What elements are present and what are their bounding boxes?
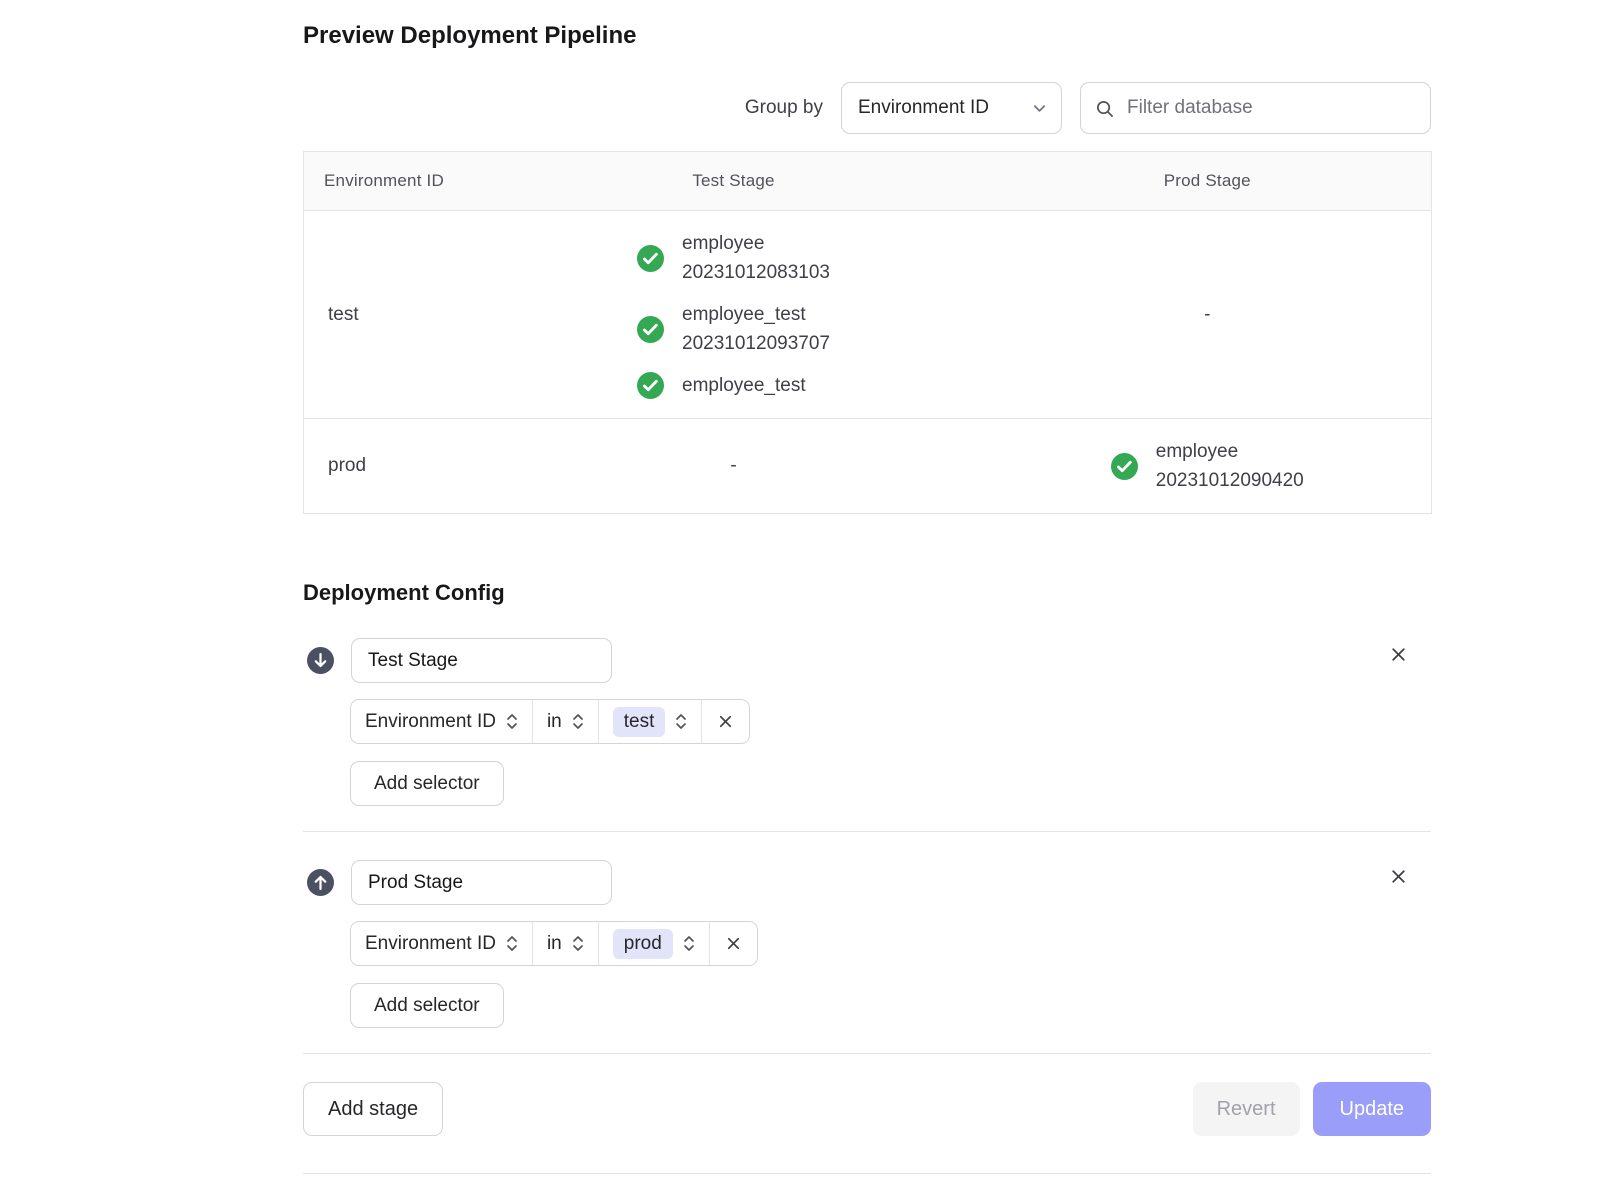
- close-icon: [1388, 866, 1409, 887]
- chevron-up-down-icon: [572, 935, 584, 952]
- empty-placeholder: -: [730, 455, 736, 476]
- group-by-select[interactable]: Environment ID: [841, 82, 1062, 134]
- empty-placeholder: -: [1204, 304, 1210, 325]
- arrow-down-circle-icon: [307, 647, 334, 674]
- arrow-up-circle-icon: [307, 869, 334, 896]
- column-header-prod-stage: Prod Stage: [984, 152, 1432, 211]
- selector-operator-select[interactable]: in: [532, 922, 598, 965]
- chevron-up-down-icon: [683, 935, 695, 952]
- test-stage-cell: -: [484, 419, 984, 514]
- prod-stage-cell: employee 20231012090420: [984, 419, 1432, 514]
- deployment-name: employee: [1156, 437, 1304, 466]
- deployment-text: employee_test: [682, 371, 806, 400]
- deployment-item: employee 20231012090420: [1111, 437, 1304, 495]
- column-header-test-stage: Test Stage: [484, 152, 984, 211]
- selector-operator-value: in: [547, 711, 562, 733]
- add-selector-button[interactable]: Add selector: [350, 761, 504, 806]
- selector-field-value: Environment ID: [365, 711, 496, 733]
- chevron-down-icon: [1032, 101, 1047, 116]
- deployment-list: employee 20231012090420: [1111, 437, 1304, 495]
- add-selector-button[interactable]: Add selector: [350, 983, 504, 1028]
- table-header-row: Environment ID Test Stage Prod Stage: [304, 152, 1432, 211]
- divider: [303, 1053, 1431, 1054]
- selector-value-badge: prod: [613, 929, 673, 959]
- search-icon: [1095, 99, 1114, 118]
- selector-value-select[interactable]: prod: [598, 922, 709, 965]
- selector-value-select[interactable]: test: [598, 700, 702, 743]
- deployment-text: employee_test 20231012093707: [682, 300, 830, 358]
- close-icon: [1388, 644, 1409, 665]
- check-circle-icon: [637, 245, 664, 272]
- stage-header: [303, 638, 1431, 683]
- close-icon: [716, 712, 735, 731]
- deployment-version: 20231012083103: [682, 258, 830, 287]
- stage-block-prod: Environment ID in prod: [303, 860, 1431, 1028]
- actions-bar: Add stage Revert Update: [303, 1082, 1431, 1136]
- group-by-label: Group by: [745, 97, 823, 119]
- deployment-name: employee_test: [682, 371, 806, 400]
- chevron-up-down-icon: [572, 713, 584, 730]
- add-stage-button[interactable]: Add stage: [303, 1082, 443, 1136]
- check-circle-icon: [637, 372, 664, 399]
- filter-database-box[interactable]: [1080, 82, 1431, 134]
- chevron-up-down-icon: [506, 713, 518, 730]
- selector-value-badge: test: [613, 707, 666, 737]
- remove-selector-button[interactable]: [709, 922, 757, 965]
- deployment-pipeline-page: Preview Deployment Pipeline Group by Env…: [303, 0, 1431, 1174]
- toolbar: Group by Environment ID: [303, 82, 1431, 134]
- selector-group: Environment ID in prod: [350, 921, 758, 966]
- page-title: Preview Deployment Pipeline: [303, 22, 1431, 50]
- environment-cell: test: [304, 211, 484, 419]
- remove-stage-button[interactable]: [1384, 640, 1413, 669]
- deployment-item: employee 20231012083103: [637, 229, 830, 287]
- test-stage-cell: employee 20231012083103 employee_test 20…: [484, 211, 984, 419]
- selector-operator-value: in: [547, 933, 562, 955]
- chevron-up-down-icon: [506, 935, 518, 952]
- deployment-list: employee 20231012083103 employee_test 20…: [637, 229, 830, 400]
- remove-stage-button[interactable]: [1384, 862, 1413, 891]
- check-circle-icon: [637, 316, 664, 343]
- deployment-name: employee: [682, 229, 830, 258]
- prod-stage-cell: -: [984, 211, 1432, 419]
- selector-field-value: Environment ID: [365, 933, 496, 955]
- stage-body: Environment ID in test: [350, 699, 1431, 806]
- chevron-up-down-icon: [675, 713, 687, 730]
- stage-body: Environment ID in prod: [350, 921, 1431, 1028]
- stage-name-input[interactable]: [351, 860, 612, 905]
- close-icon: [724, 934, 743, 953]
- column-header-environment-id: Environment ID: [304, 152, 484, 211]
- deployment-name: employee_test: [682, 300, 830, 329]
- pipeline-table: Environment ID Test Stage Prod Stage tes…: [303, 151, 1432, 514]
- selector-field-select[interactable]: Environment ID: [351, 922, 532, 965]
- deployment-version: 20231012090420: [1156, 466, 1304, 495]
- group-by-selected-value: Environment ID: [858, 97, 989, 119]
- deployment-item: employee_test: [637, 371, 806, 400]
- stage-block-test: Environment ID in test: [303, 638, 1431, 806]
- selector-operator-select[interactable]: in: [532, 700, 598, 743]
- bottom-divider: [303, 1173, 1431, 1174]
- check-circle-icon: [1111, 453, 1138, 480]
- environment-cell: prod: [304, 419, 484, 514]
- filter-database-input[interactable]: [1125, 96, 1416, 120]
- selector-group: Environment ID in test: [350, 699, 750, 744]
- deployment-version: 20231012093707: [682, 329, 830, 358]
- section-title: Deployment Config: [303, 580, 1431, 606]
- table-row: prod - employee 20231012090420: [304, 419, 1432, 514]
- stage-name-input[interactable]: [351, 638, 612, 683]
- deployment-item: employee_test 20231012093707: [637, 300, 830, 358]
- stage-header: [303, 860, 1431, 905]
- remove-selector-button[interactable]: [701, 700, 749, 743]
- divider: [303, 831, 1431, 832]
- revert-button[interactable]: Revert: [1193, 1082, 1300, 1136]
- table-row: test employee 20231012083103: [304, 211, 1432, 419]
- selector-field-select[interactable]: Environment ID: [351, 700, 532, 743]
- update-button[interactable]: Update: [1313, 1082, 1432, 1136]
- deployment-text: employee 20231012090420: [1156, 437, 1304, 495]
- deployment-text: employee 20231012083103: [682, 229, 830, 287]
